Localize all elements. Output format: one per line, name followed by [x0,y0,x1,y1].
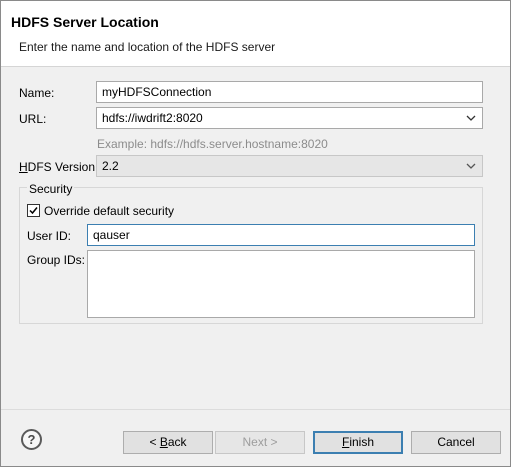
footer-divider [1,409,510,410]
name-label: Name: [19,86,55,100]
cancel-button[interactable]: Cancel [411,431,501,454]
checkmark-icon [29,207,38,215]
url-example-hint: Example: hdfs://hdfs.server.hostname:802… [97,137,328,151]
back-mnemonic: B [159,435,168,449]
back-button[interactable]: < Back [123,431,213,454]
finish-button[interactable]: Finish [313,431,403,454]
group-ids-label: Group IDs: [27,253,86,267]
hdfs-version-combo[interactable]: 2.2 [96,155,483,177]
hdfs-server-location-dialog: HDFS Server Location Enter the name and … [0,0,511,467]
url-combo[interactable]: hdfs://iwdrift2:8020 [96,107,483,129]
user-id-label: User ID: [27,229,72,243]
finish-label-rest: inish [349,435,375,449]
hdfs-version-mnemonic: H [19,160,28,174]
chevron-down-icon[interactable] [466,161,476,171]
next-button[interactable]: Next > [215,431,305,454]
url-value: hdfs://iwdrift2:8020 [102,111,203,125]
back-prefix: < [149,435,160,449]
name-input[interactable]: myHDFSConnection [96,81,483,103]
override-security-label[interactable]: Override default security [44,204,174,218]
security-legend: Security [27,182,75,196]
page-description: Enter the name and location of the HDFS … [19,40,276,54]
url-label: URL: [19,112,47,126]
override-security-checkbox[interactable] [27,204,40,217]
back-label-rest: ack [167,435,187,449]
user-id-input[interactable]: qauser [87,224,475,246]
help-icon[interactable]: ? [21,429,42,450]
hdfs-version-label-text: DFS Version: [27,160,99,174]
group-ids-textarea[interactable] [87,250,475,318]
page-title: HDFS Server Location [11,14,159,30]
chevron-down-icon[interactable] [466,113,476,123]
dialog-header: HDFS Server Location Enter the name and … [1,1,510,67]
hdfs-version-label: HDFS Version: [19,160,98,174]
hdfs-version-value: 2.2 [102,159,119,173]
